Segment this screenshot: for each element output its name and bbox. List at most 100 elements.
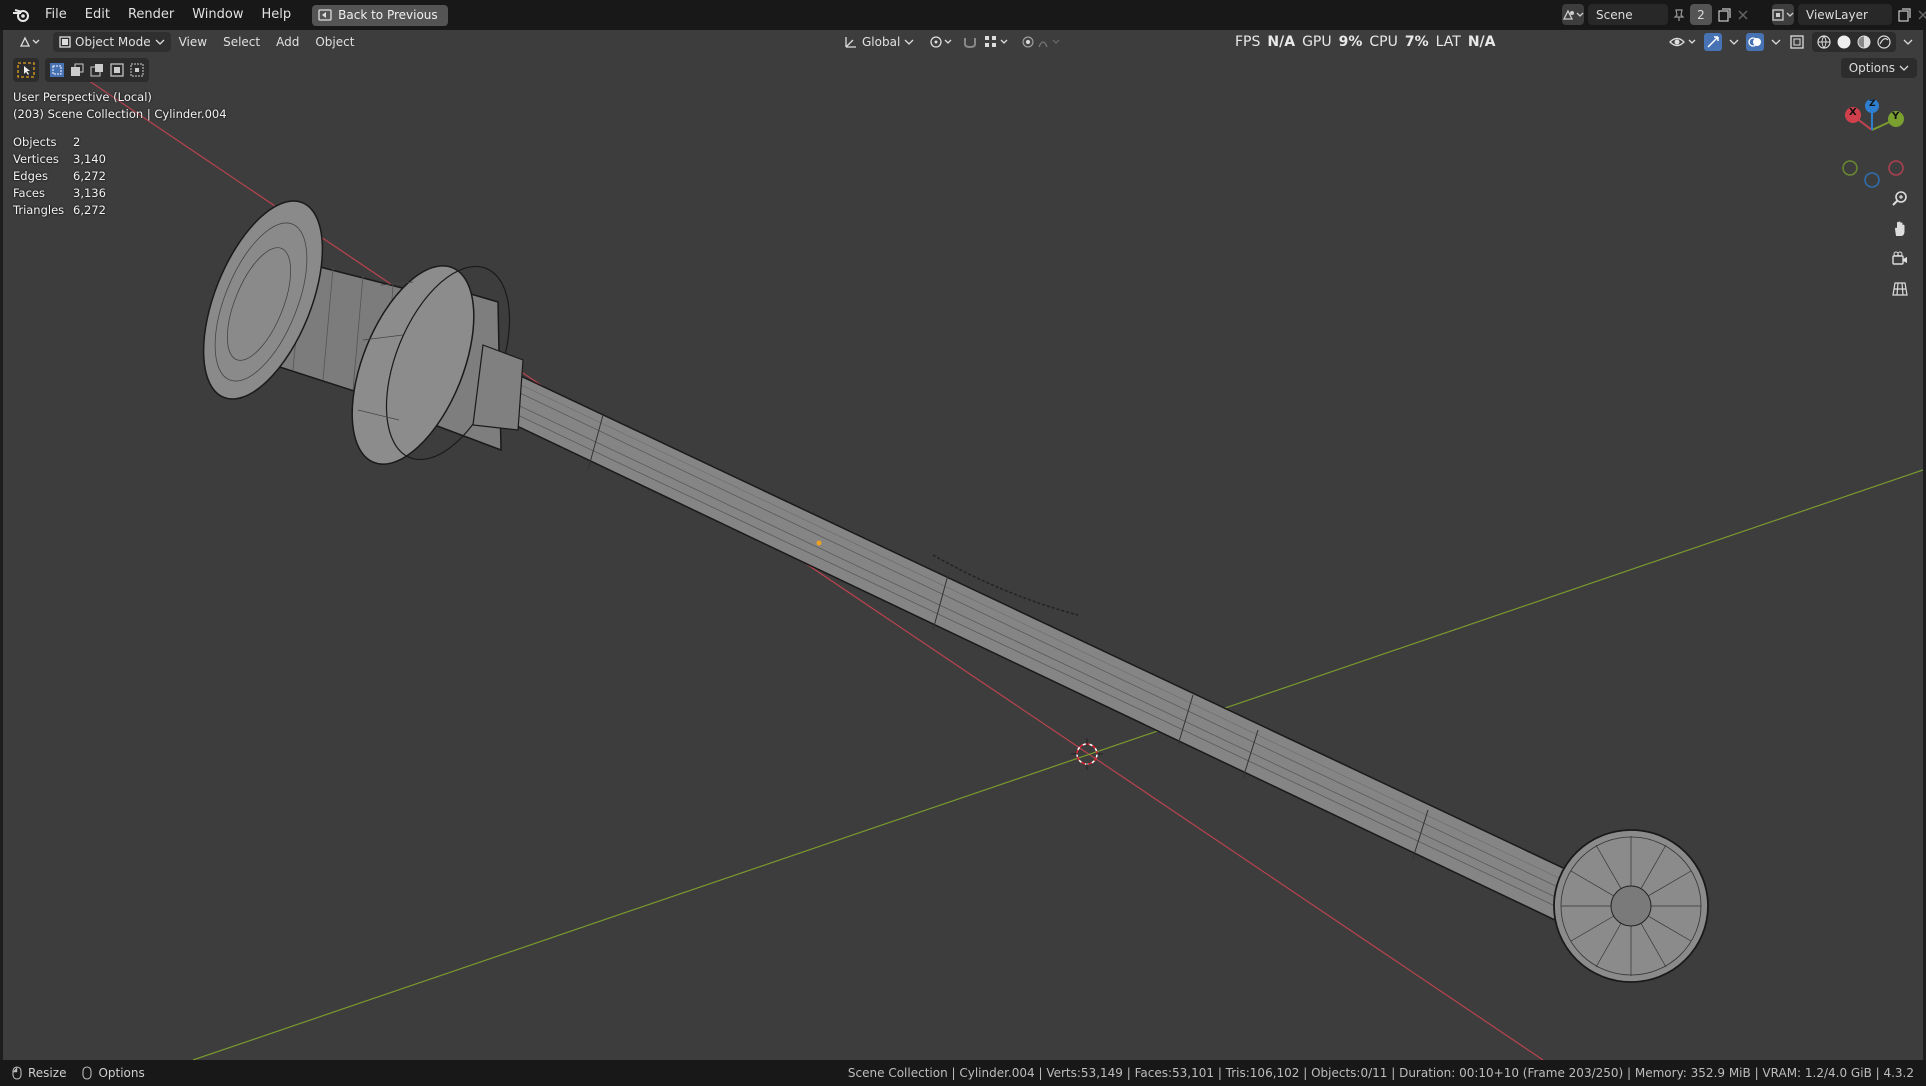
gizmo-y-label: Y — [1892, 111, 1900, 122]
scene-selector: Scene 2 ViewLayer — [1562, 4, 1926, 25]
menu-select[interactable]: Select — [215, 35, 268, 49]
3d-viewport[interactable]: X Y Z Object Mode View Select Add Object… — [3, 30, 1923, 1060]
stat-row: Triangles 6,272 — [13, 202, 106, 219]
menu-object[interactable]: Object — [307, 35, 362, 49]
hand-icon — [1895, 221, 1905, 236]
pan-button[interactable] — [1887, 216, 1913, 242]
gizmo-x-label: X — [1849, 107, 1857, 118]
select-subtract-icon[interactable] — [89, 62, 105, 78]
shading-mode-group — [1812, 32, 1896, 52]
stat-label: Vertices — [13, 152, 59, 166]
stat-value: 2 — [73, 135, 81, 149]
select-extend-icon[interactable] — [69, 62, 85, 78]
select-invert-icon[interactable] — [109, 62, 125, 78]
orientation-dropdown[interactable]: Global — [838, 32, 920, 52]
select-new-icon[interactable] — [49, 62, 65, 78]
gizmo-toggle[interactable] — [1704, 33, 1722, 51]
status-options: Options — [80, 1066, 145, 1080]
menu-view[interactable]: View — [171, 35, 215, 49]
gizmo-neg-x[interactable] — [1888, 160, 1904, 176]
editor-type-button[interactable] — [13, 32, 47, 52]
menu-help[interactable]: Help — [253, 0, 301, 30]
chevron-down-icon[interactable] — [1728, 33, 1740, 51]
stat-row: Objects 2 — [13, 134, 106, 151]
view-layer-field[interactable]: ViewLayer — [1798, 4, 1892, 25]
orientation-icon — [845, 37, 856, 48]
blender-logo-icon[interactable] — [6, 0, 36, 30]
stat-value: 6,272 — [73, 203, 106, 217]
select-box-tool-icon — [17, 62, 35, 78]
viewport-scene[interactable] — [3, 30, 1923, 1060]
chevron-down-icon — [904, 39, 914, 45]
chevron-down-icon[interactable] — [1770, 33, 1782, 51]
menu-window[interactable]: Window — [183, 0, 252, 30]
options-dropdown[interactable]: Options — [1840, 58, 1917, 78]
fps-value: N/A — [1267, 34, 1296, 50]
tool-row — [13, 58, 149, 82]
lat-label: LAT — [1435, 34, 1461, 50]
mouse-right-icon — [82, 1066, 93, 1080]
wireframe-shading-icon[interactable] — [1815, 33, 1833, 51]
3d-cursor[interactable] — [1071, 738, 1103, 770]
gizmo-neg-y[interactable] — [1842, 160, 1858, 176]
mouse-left-icon — [12, 1066, 22, 1080]
top-bar: File Edit Render Window Help Back to Pre… — [0, 0, 1926, 30]
zoom-button[interactable] — [1887, 186, 1913, 212]
proportional-edit-toggle[interactable] — [1015, 32, 1071, 52]
stat-label: Objects — [13, 135, 57, 149]
snap-target-dropdown[interactable] — [978, 32, 1018, 52]
selection-mode-group — [45, 58, 149, 82]
delete-view-layer-icon[interactable] — [1916, 8, 1926, 22]
solid-shading-icon[interactable] — [1835, 33, 1853, 51]
menu-file[interactable]: File — [36, 0, 76, 30]
pin-icon[interactable] — [1672, 8, 1686, 22]
stat-label: Edges — [13, 169, 48, 183]
gpu-value: 9% — [1338, 34, 1363, 50]
scene-name-field[interactable]: Scene — [1588, 4, 1668, 25]
cpu-value: 7% — [1404, 34, 1429, 50]
stat-label: Triangles — [13, 203, 65, 217]
scene-browse-button[interactable] — [1562, 4, 1584, 25]
scene-users-count[interactable]: 2 — [1690, 4, 1712, 25]
stat-value: 3,140 — [73, 152, 106, 166]
snap-grid-icon — [985, 36, 1008, 47]
overlay-toggle[interactable] — [1746, 33, 1764, 51]
stat-row: Vertices 3,140 — [13, 151, 106, 168]
status-bar: Resize Options Scene Collection | Cylind… — [0, 1060, 1926, 1086]
scene-icon — [1562, 9, 1584, 20]
shaft-mesh[interactable] — [453, 343, 1632, 952]
gizmo-z-label: Z — [1869, 99, 1876, 109]
gpu-label: GPU — [1302, 34, 1332, 50]
back-to-previous-button[interactable]: Back to Previous — [312, 4, 448, 26]
object-mode-label: Object Mode — [75, 35, 151, 49]
status-resize: Resize — [10, 1066, 66, 1080]
select-intersect-icon[interactable] — [129, 62, 145, 78]
camera-view-button[interactable] — [1887, 246, 1913, 272]
object-mode-dropdown[interactable]: Object Mode — [53, 32, 171, 52]
performance-stats: FPS N/A GPU 9% CPU 7% LAT N/A — [1235, 30, 1495, 54]
gizmo-neg-z[interactable] — [1864, 172, 1880, 188]
perspective-toggle-button[interactable] — [1887, 276, 1913, 302]
fps-label: FPS — [1235, 34, 1261, 50]
xray-icon[interactable] — [1788, 33, 1806, 51]
viewport-header: Object Mode View Select Add Object Globa… — [3, 30, 1923, 54]
menu-edit[interactable]: Edit — [76, 0, 119, 30]
delete-scene-icon[interactable] — [1736, 8, 1750, 22]
material-shading-icon[interactable] — [1855, 33, 1873, 51]
select-tool-button[interactable] — [13, 58, 39, 82]
overlay-icon — [1748, 37, 1761, 47]
chevron-down-icon[interactable] — [1902, 33, 1914, 51]
new-view-layer-icon[interactable] — [1896, 7, 1912, 23]
status-resize-label: Resize — [28, 1066, 67, 1080]
editor-type-icon — [19, 36, 40, 47]
options-label: Options — [1848, 61, 1895, 75]
statistics-overlay: Objects 2 Vertices 3,140 Edges 6,272 Faces 3… — [13, 134, 106, 219]
viewport-info: User Perspective (Local) (203) Scene Col… — [13, 89, 227, 123]
visibility-icon[interactable] — [1668, 33, 1698, 51]
end-disc-mesh[interactable] — [1553, 829, 1709, 983]
viewlayer-browse-button[interactable] — [1772, 4, 1794, 25]
menu-add[interactable]: Add — [268, 35, 307, 49]
new-scene-icon[interactable] — [1716, 7, 1732, 23]
rendered-shading-icon[interactable] — [1875, 33, 1893, 51]
menu-render[interactable]: Render — [119, 0, 183, 30]
